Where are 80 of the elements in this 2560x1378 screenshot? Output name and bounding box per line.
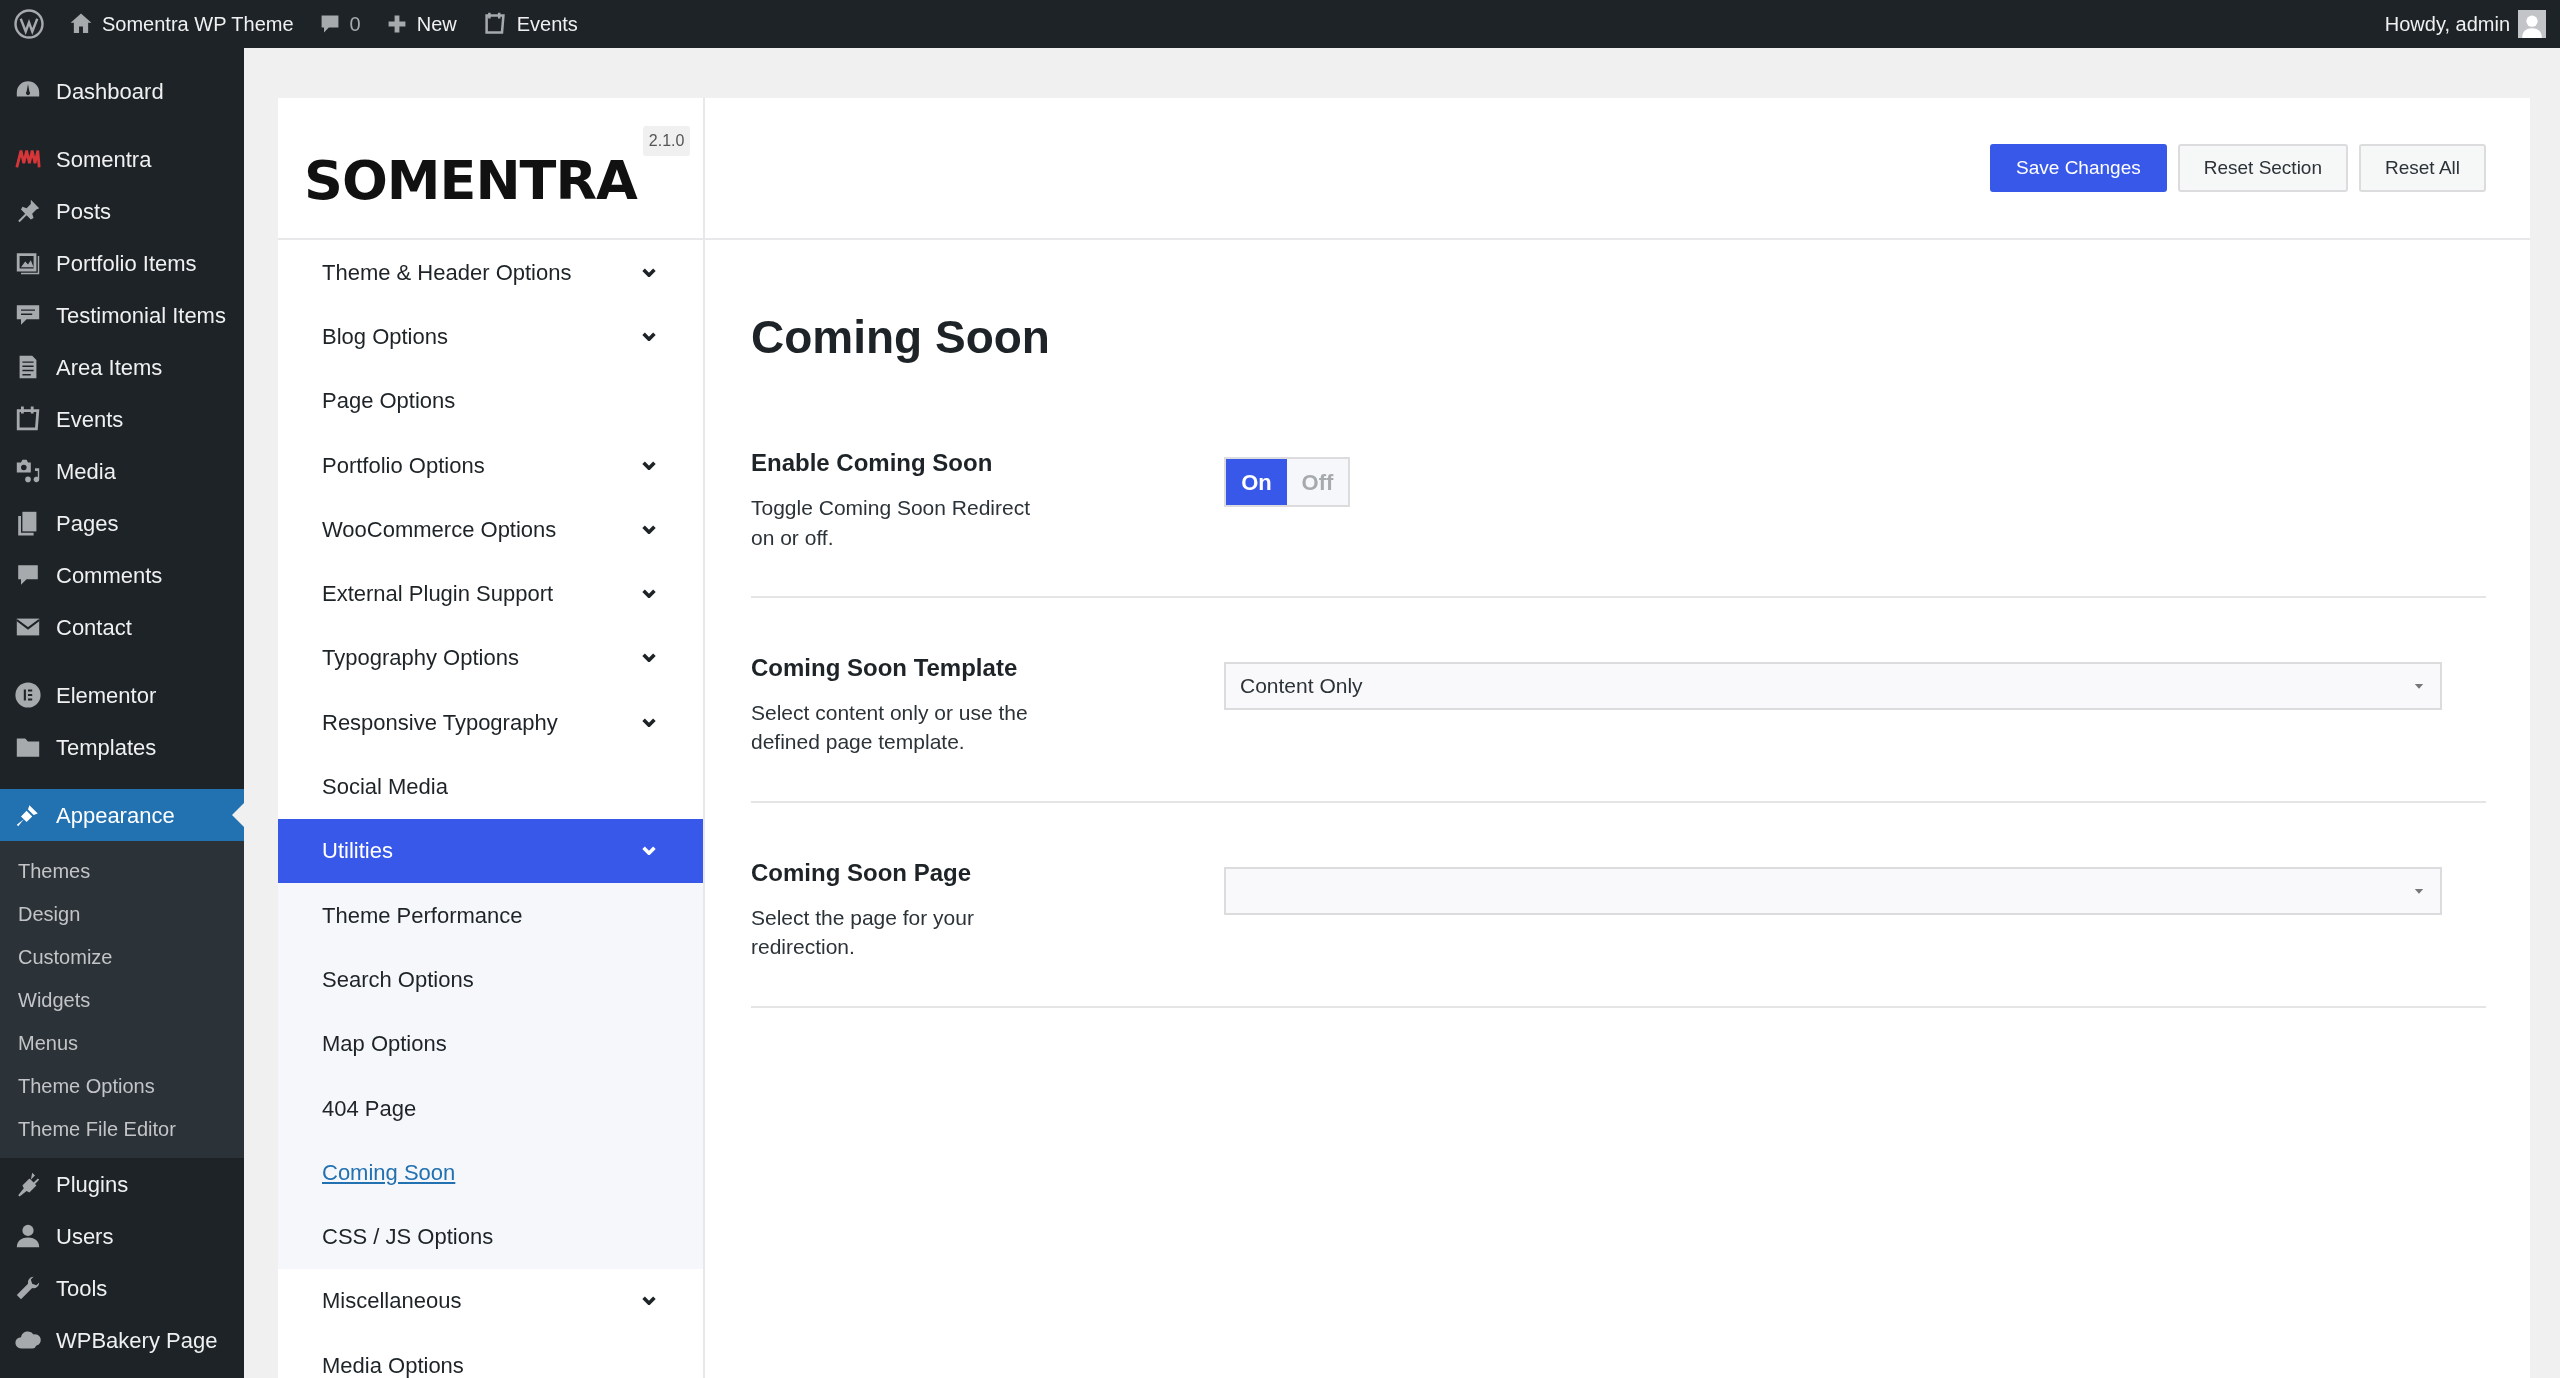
camera-music-icon — [14, 457, 42, 485]
sidebar-item[interactable]: Templates — [0, 721, 244, 773]
avatar-icon — [2518, 10, 2546, 38]
submenu-item[interactable]: Theme File Editor — [0, 1107, 244, 1150]
chevron-down-icon — [641, 1296, 657, 1306]
field-description: Select the page for your redirection. — [751, 904, 975, 961]
options-nav-item[interactable]: External Plugin Support — [278, 561, 703, 626]
options-nav-item[interactable]: Media Options — [278, 1333, 703, 1378]
sidebar-item[interactable]: WPBakery Page — [0, 1314, 244, 1366]
events-link[interactable]: Events — [480, 9, 578, 39]
field-title: Coming Soon Page — [751, 857, 972, 888]
chevron-down-icon — [641, 846, 657, 856]
options-nav-item[interactable]: Blog Options — [278, 304, 703, 369]
submenu-item[interactable]: Widgets — [0, 978, 244, 1021]
sidebar-item[interactable]: Posts — [0, 185, 244, 237]
options-nav-item[interactable]: Theme & Header Options — [278, 240, 703, 305]
sidebar-item[interactable]: Events — [0, 393, 244, 445]
comments-link[interactable]: 0 — [317, 9, 361, 39]
calendar-icon — [14, 405, 42, 433]
user-icon — [14, 1222, 42, 1250]
wrench-icon — [14, 1274, 42, 1302]
sidebar-item[interactable]: Dashboard — [0, 65, 244, 117]
submenu-item[interactable]: Menus — [0, 1021, 244, 1064]
sidebar-item[interactable]: Tools — [0, 1262, 244, 1314]
select-field[interactable]: Content Only — [1224, 661, 2442, 710]
options-nav-item[interactable]: Typography Options — [278, 625, 703, 691]
options-subnav-item[interactable]: Search Options — [278, 947, 703, 1012]
options-nav-item[interactable]: WooCommerce Options — [278, 497, 703, 562]
menu-pointer-icon — [232, 803, 244, 827]
chevron-down-icon — [641, 331, 657, 341]
site-link[interactable]: Somentra WP Theme — [68, 9, 294, 39]
options-nav-item[interactable]: Portfolio Options — [278, 432, 703, 498]
options-subnav-item[interactable]: 404 Page — [278, 1075, 703, 1141]
options-subnav-item[interactable]: Map Options — [278, 1011, 703, 1076]
sidebar-item[interactable]: Plugins — [0, 1158, 244, 1210]
submenu-item[interactable]: Themes — [0, 849, 244, 892]
field-description: Select content only or use the defined page template. — [751, 699, 1029, 756]
options-nav-item[interactable]: Utilities — [278, 818, 703, 883]
new-link[interactable]: New — [384, 9, 457, 39]
sidebar-item[interactable]: Media — [0, 445, 244, 497]
field-title: Enable Coming Soon — [751, 448, 994, 479]
elementor-icon — [14, 681, 42, 709]
reset-button[interactable]: Reset Section — [2177, 144, 2348, 192]
submenu-item[interactable]: Design — [0, 892, 244, 935]
sidebar-item[interactable]: Elementor — [0, 669, 244, 721]
options-nav-item[interactable]: Social Media — [278, 754, 703, 819]
sidebar-item[interactable]: Testimonial Items — [0, 289, 244, 341]
chevron-down-icon — [641, 717, 657, 727]
sidebar-item[interactable]: Pages — [0, 497, 244, 549]
section-title: Coming Soon — [751, 310, 1051, 365]
wordpress-logo-icon[interactable] — [14, 9, 44, 39]
submenu-item[interactable]: Theme Options — [0, 1064, 244, 1107]
options-nav-item[interactable]: Page Options — [278, 368, 703, 433]
version-badge: 2.1.0 — [642, 126, 691, 156]
reset-button[interactable]: Reset All — [2359, 144, 2486, 192]
field-description: Toggle Coming Soon Redirect on or off. — [751, 495, 1031, 551]
save-button[interactable]: Save Changes — [1990, 144, 2167, 192]
options-nav-item[interactable]: Miscellaneous — [278, 1268, 703, 1334]
toggle-option[interactable]: On — [1226, 459, 1287, 506]
chevron-down-icon — [641, 460, 657, 470]
sidebar-item[interactable]: Users — [0, 1210, 244, 1262]
select-field[interactable] — [1224, 866, 2442, 915]
sidebar-item[interactable]: Appearance — [0, 789, 244, 841]
chevron-down-icon — [641, 589, 657, 599]
sidebar-item[interactable]: Portfolio Items — [0, 237, 244, 289]
submenu-item[interactable]: Customize — [0, 935, 244, 978]
field-title: Coming Soon Template — [751, 652, 1019, 683]
chevron-down-icon — [641, 267, 657, 277]
sidebar-item[interactable]: Somentra — [0, 133, 244, 185]
chevron-down-icon — [641, 524, 657, 534]
account-menu[interactable]: Howdy, admin — [2384, 9, 2546, 39]
chevron-down-icon — [641, 653, 657, 663]
options-subnav-item[interactable]: CSS / JS Options — [278, 1204, 703, 1269]
sidebar-item[interactable]: Contact — [0, 601, 244, 653]
options-subnav-item[interactable]: Theme Performance — [278, 882, 703, 948]
sidebar-item[interactable]: Area Items — [0, 341, 244, 393]
brand-logo: SOMENTRA — [304, 154, 637, 208]
options-nav-item[interactable]: Responsive Typography — [278, 690, 703, 755]
sidebar-item[interactable]: Comments — [0, 549, 244, 601]
options-subnav-item[interactable]: Coming Soon — [278, 1140, 703, 1205]
